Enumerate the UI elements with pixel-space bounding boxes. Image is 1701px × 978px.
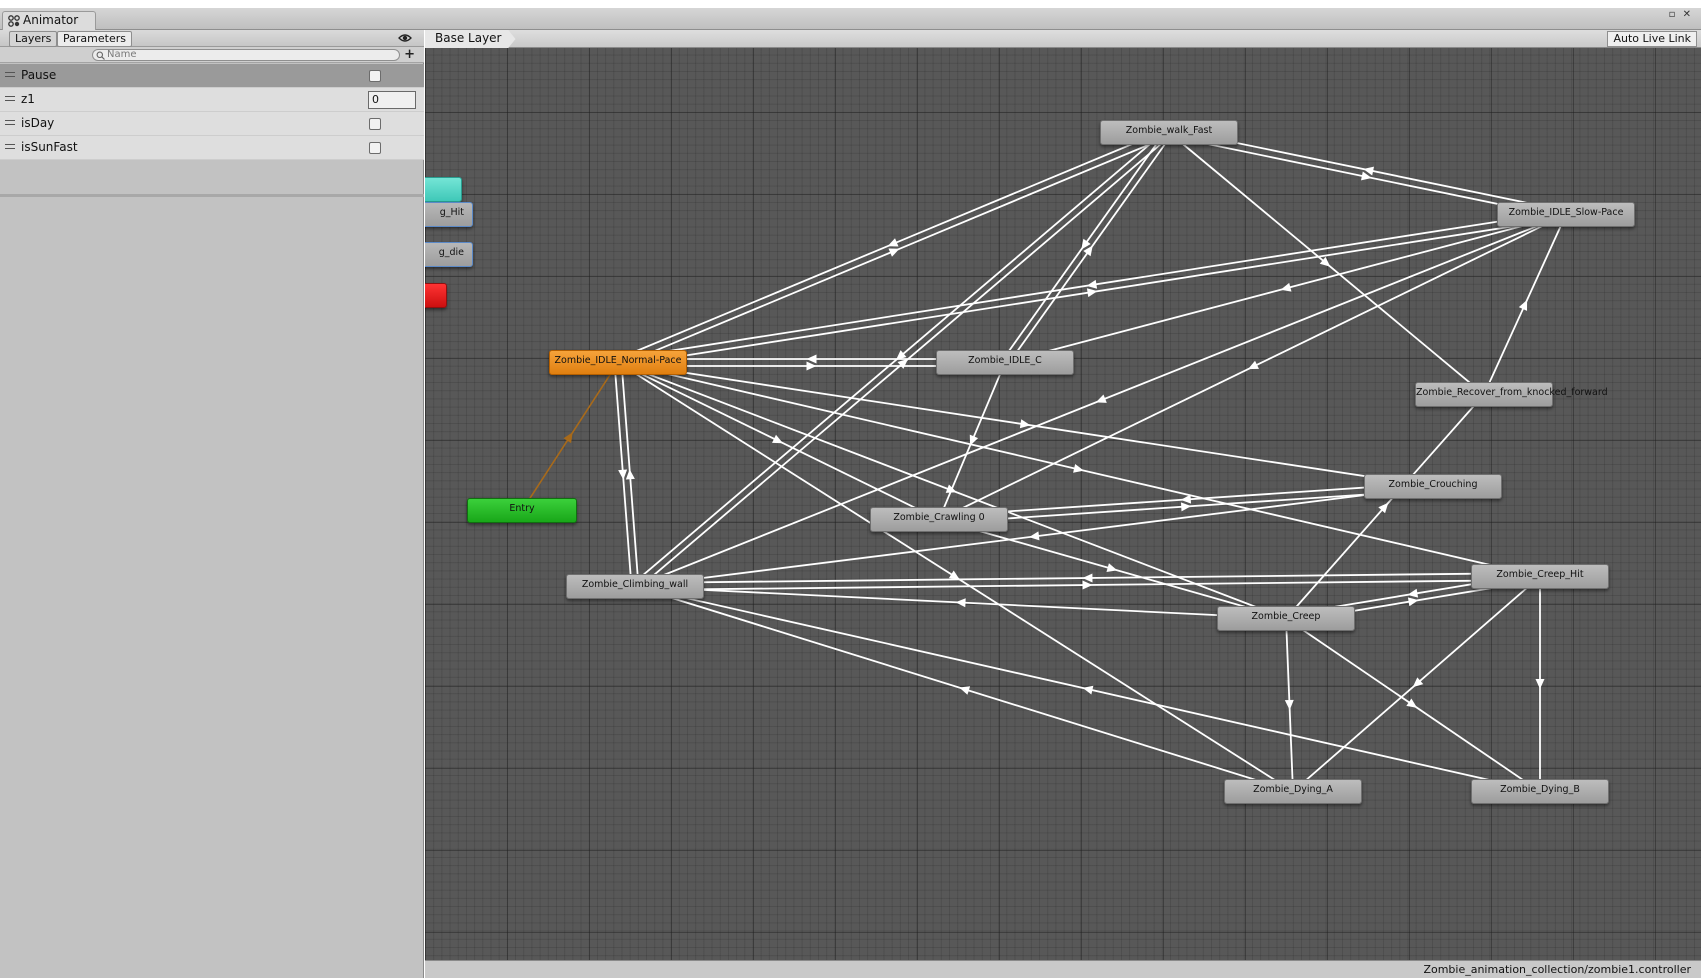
transition-arrow-icon (1073, 463, 1084, 473)
parameter-checkbox[interactable] (369, 118, 381, 130)
parameter-name[interactable]: z1 (21, 92, 35, 106)
panel-toolbar: Layers Parameters (0, 30, 424, 47)
search-input[interactable]: Name (92, 49, 400, 61)
transition-arrow-icon (1082, 573, 1093, 583)
transition-arrow-icon (563, 432, 573, 444)
transition-arrow-icon (1284, 699, 1294, 710)
transition-arrow-icon (806, 354, 817, 364)
state-node-walk-fast[interactable]: Zombie_walk_Fast (1100, 120, 1238, 145)
parameter-row[interactable]: isSunFast (0, 136, 424, 160)
state-node-entry[interactable]: Entry (467, 498, 577, 523)
offscreen-state-node[interactable]: g_Hit (425, 202, 473, 227)
transition-arrow-icon (955, 598, 966, 608)
state-node-idle-c[interactable]: Zombie_IDLE_C (936, 350, 1074, 375)
transition-arrow-icon (1407, 597, 1419, 607)
state-machine-graph[interactable]: Base Layer Auto Live Link g_Hit g_die Zomb… (425, 30, 1701, 960)
parameter-checkbox[interactable] (369, 70, 381, 82)
parameter-row[interactable]: z1 0 (0, 88, 424, 112)
controller-path: Zombie_animation_collection/zombie1.cont… (425, 960, 1701, 978)
animator-window: Animator ▫ ✕ Layers Parameters Name + Pa… (0, 0, 1701, 978)
transition-arrow-icon (945, 484, 957, 493)
parameter-name[interactable]: Pause (21, 68, 56, 82)
transition-arrow-icon (1086, 279, 1098, 289)
add-parameter-button[interactable]: + (404, 47, 415, 62)
offscreen-state-node[interactable] (425, 177, 462, 202)
offscreen-state-node[interactable] (425, 283, 447, 308)
tab-parameters[interactable]: Parameters (57, 31, 132, 47)
window-titlebar: Animator ▫ ✕ (0, 8, 1701, 30)
transition-arrow-icon (618, 469, 628, 480)
transition-arrow-icon (625, 469, 635, 480)
window-controls[interactable]: ▫ ✕ (1669, 9, 1693, 20)
state-node-idle-normal[interactable]: Zombie_IDLE_Normal-Pace (549, 350, 687, 375)
offscreen-state-node[interactable]: g_die (425, 242, 473, 267)
state-node-crawling[interactable]: Zombie_Crawling 0 (870, 507, 1008, 532)
parameter-list: Pause z1 0 isDay isSunFast (0, 64, 424, 160)
drag-handle-icon[interactable] (5, 144, 15, 149)
state-node-crouching[interactable]: Zombie_Crouching (1364, 474, 1502, 499)
transition-arrow-icon (1180, 494, 1192, 504)
tab-animator[interactable]: Animator (2, 11, 96, 30)
panel-divider (0, 194, 424, 197)
parameter-value-field[interactable]: 0 (368, 91, 416, 109)
transition-arrow-icon (1535, 679, 1545, 689)
transition-arrow-icon (1407, 588, 1419, 598)
auto-live-link-button[interactable]: Auto Live Link (1607, 31, 1697, 47)
transition-arrow-icon (1086, 288, 1098, 298)
state-node-recover[interactable]: Zombie_Recover_from_knocked_forward (1415, 382, 1608, 407)
transition-arrow-icon (1029, 531, 1040, 541)
state-node-climbing[interactable]: Zombie_Climbing_wall (566, 574, 704, 599)
parameter-name[interactable]: isSunFast (21, 140, 78, 154)
search-icon (96, 51, 105, 60)
search-row: Name + (0, 47, 424, 63)
transition-arrow-icon (806, 361, 817, 371)
drag-handle-icon[interactable] (5, 96, 15, 101)
parameter-name[interactable]: isDay (21, 116, 54, 130)
transition-arrow-icon (1406, 698, 1418, 708)
tab-layers[interactable]: Layers (9, 31, 58, 47)
transition-arrow-icon (959, 686, 971, 695)
state-node-dying-b[interactable]: Zombie_Dying_B (1471, 779, 1609, 804)
state-node-idle-slow[interactable]: Zombie_IDLE_Slow-Pace (1497, 202, 1635, 227)
breadcrumb-base-layer[interactable]: Base Layer (425, 30, 516, 48)
transition-arrow-icon (1180, 502, 1192, 512)
animator-icon (8, 15, 20, 27)
drag-handle-icon[interactable] (5, 72, 15, 77)
transition-arrow-icon (1019, 419, 1031, 429)
eye-icon[interactable] (398, 33, 412, 43)
search-placeholder: Name (107, 49, 137, 60)
parameter-row[interactable]: isDay (0, 112, 424, 136)
parameter-row[interactable]: Pause (0, 64, 424, 88)
transition-arrow-icon (1082, 580, 1093, 590)
state-node-creep-hit[interactable]: Zombie_Creep_Hit (1471, 564, 1609, 589)
transition-arrow-icon (1082, 685, 1094, 695)
transition-layer (521, 128, 1567, 793)
parameter-checkbox[interactable] (369, 142, 381, 154)
drag-handle-icon[interactable] (5, 120, 15, 125)
graph-toolbar: Base Layer Auto Live Link (425, 30, 1701, 48)
transition-arrow-icon (948, 570, 960, 580)
window-title: Animator (23, 13, 79, 27)
state-node-dying-a[interactable]: Zombie_Dying_A (1224, 779, 1362, 804)
state-node-creep[interactable]: Zombie_Creep (1217, 606, 1355, 631)
parameters-panel: Layers Parameters Name + Pause z1 0 isDay is… (0, 30, 424, 978)
